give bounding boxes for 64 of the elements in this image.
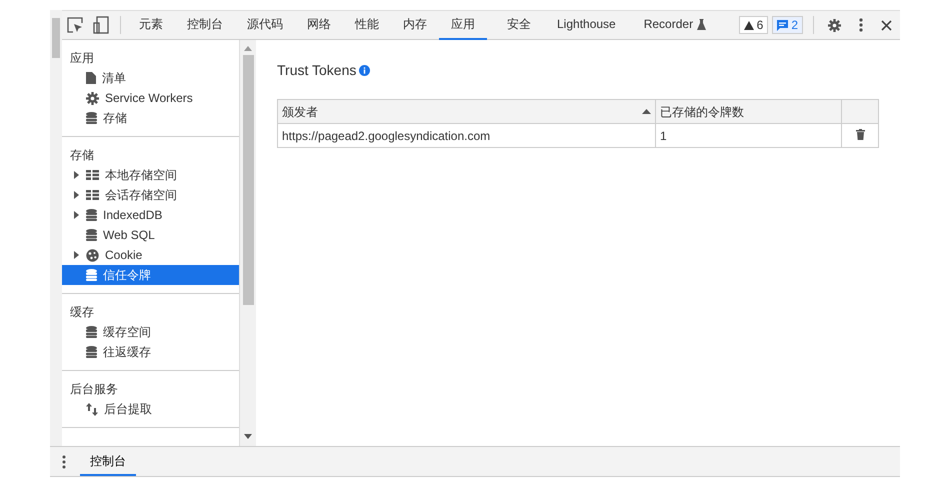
info-icon [359, 65, 370, 76]
panel-tab[interactable]: Lighthouse [543, 10, 630, 40]
table-cell: 1 [656, 124, 842, 148]
scroll-down-arrow-icon[interactable] [244, 434, 252, 439]
expand-triangle-icon[interactable] [74, 191, 79, 199]
panel-tab[interactable]: Recorder [630, 10, 720, 40]
close-icon [881, 20, 892, 30]
panel-tab[interactable]: 源代码 [235, 10, 295, 40]
database-icon [86, 229, 97, 241]
grid-icon [86, 170, 99, 180]
sidebar-item[interactable]: Web SQL [62, 225, 240, 245]
section-title: 存储 [69, 146, 95, 164]
delete-button[interactable] [856, 128, 864, 140]
panel-tab[interactable]: 内存 [391, 10, 439, 40]
sidebar-item[interactable]: 信任令牌 [62, 265, 240, 285]
file-icon [86, 72, 96, 84]
section-title: 后台服务 [69, 380, 119, 398]
warning-icon [744, 20, 754, 30]
inspect-cursor-icon [67, 17, 83, 33]
sidebar-item[interactable]: 后台提取 [62, 399, 240, 419]
sidebar-item[interactable]: 存储 [62, 108, 240, 128]
table-cell: https://pagead2.googlesyndication.com [278, 124, 656, 148]
settings-icon [828, 18, 841, 32]
expand-triangle-icon[interactable] [74, 171, 79, 179]
panel-tab[interactable]: 安全 [495, 10, 543, 40]
sidebar-item[interactable]: Cookie [62, 245, 240, 265]
panel-tab[interactable]: 网络 [295, 10, 343, 40]
message-icon [777, 20, 788, 30]
database-icon [86, 326, 97, 338]
database-icon [86, 209, 97, 221]
sidebar-item[interactable]: Service Workers [62, 88, 240, 108]
column-header[interactable]: 颁发者 [278, 100, 656, 124]
sidebar-item[interactable]: 会话存储空间 [62, 185, 240, 205]
section-title: 缓存 [69, 304, 95, 320]
sidebar-scrollbar[interactable] [239, 40, 256, 446]
drawer-tab[interactable]: 控制台 [80, 447, 136, 476]
expand-triangle-icon[interactable] [74, 251, 79, 259]
grid-icon [86, 190, 99, 200]
warnings-counter[interactable]: 6 [738, 16, 768, 34]
device-icon [93, 16, 109, 34]
trash-icon [856, 128, 864, 140]
column-header[interactable]: 已存储的令牌数 [656, 100, 842, 124]
panel-tab[interactable]: 元素 [127, 10, 175, 40]
kebab-menu-icon [62, 454, 66, 468]
database-icon [86, 346, 97, 358]
page-scrollbar[interactable] [50, 10, 62, 446]
kebab-menu-icon [859, 18, 863, 32]
database-icon [86, 269, 97, 281]
panel-tab[interactable]: 控制台 [175, 10, 235, 40]
expand-triangle-icon[interactable] [74, 211, 79, 219]
page-title: Trust Tokens [277, 61, 356, 80]
sidebar-item[interactable]: 缓存空间 [62, 322, 240, 342]
sidebar-item[interactable]: IndexedDB [62, 205, 240, 225]
panel-tab[interactable]: 性能 [343, 10, 391, 40]
messages-counter[interactable]: 2 [772, 16, 803, 34]
gear-icon [86, 92, 99, 104]
section-title: 应用 [69, 50, 95, 66]
database-icon [86, 112, 97, 124]
cookie-icon [86, 248, 99, 262]
sidebar-item[interactable]: 本地存储空间 [62, 165, 240, 185]
sidebar-item[interactable]: 清单 [62, 68, 240, 88]
panel-tab[interactable]: 应用 [439, 10, 487, 40]
up-down-arrows-icon [86, 402, 98, 416]
sidebar-item[interactable]: 往返缓存 [62, 342, 240, 362]
